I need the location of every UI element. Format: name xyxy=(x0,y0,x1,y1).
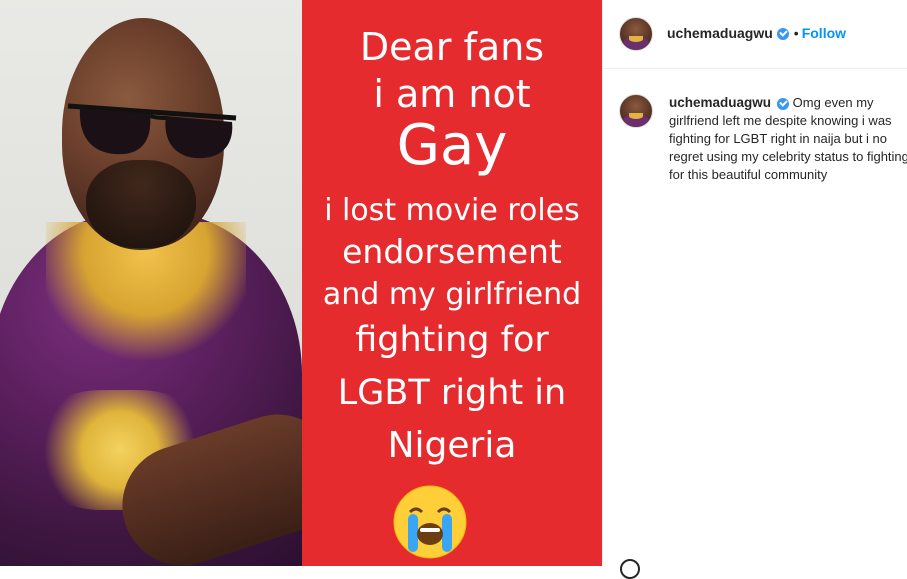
headline-line-9: Nigeria xyxy=(387,425,517,466)
headline-line-5: endorsement xyxy=(342,232,562,271)
follow-button[interactable]: Follow xyxy=(802,25,846,41)
avatar[interactable] xyxy=(619,17,653,51)
headline-line-6: and my girlfriend xyxy=(322,277,582,312)
post-photo xyxy=(0,0,302,566)
text-panel: Dear fans i am not Gay i lost movie role… xyxy=(302,0,602,566)
post-sidebar: uchemaduagwu • Follow uchemaduagwu Omg eve… xyxy=(602,0,907,566)
sunglasses xyxy=(67,103,237,159)
caption: uchemaduagwu Omg even my girlfriend left… xyxy=(669,94,907,184)
comment-icon[interactable] xyxy=(620,559,640,579)
beard xyxy=(86,160,196,250)
header-username[interactable]: uchemaduagwu xyxy=(667,25,773,41)
caption-avatar[interactable] xyxy=(619,94,653,128)
post-header: uchemaduagwu • Follow xyxy=(603,0,907,69)
crying-face-emoji xyxy=(393,485,467,559)
headline-line-2: i am not xyxy=(373,72,531,116)
separator-dot: • xyxy=(793,25,799,41)
verified-badge-icon xyxy=(776,27,789,40)
headline-line-3: Gay xyxy=(396,113,508,178)
headline-line-7: fighting for xyxy=(355,320,549,360)
headline-line-4: i lost movie roles xyxy=(324,193,580,228)
headline-line-8: LGBT right in xyxy=(337,373,567,413)
headline-line-1: Dear fans xyxy=(359,25,545,69)
caption-verified-icon xyxy=(777,97,790,110)
caption-username[interactable]: uchemaduagwu xyxy=(669,95,771,110)
